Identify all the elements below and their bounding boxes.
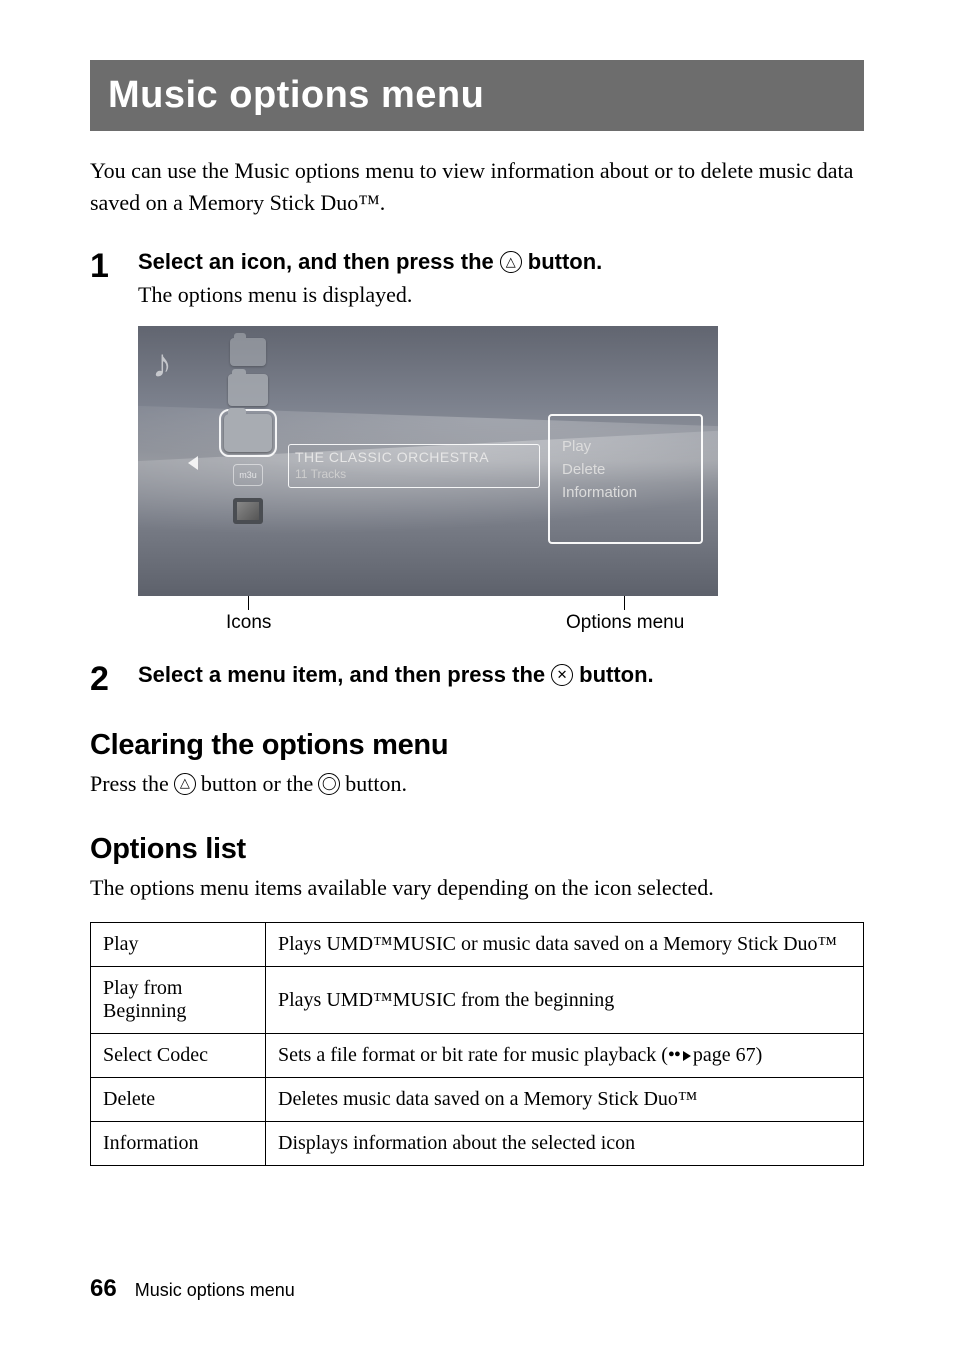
item-subtitle: 11 Tracks <box>295 467 533 481</box>
clearing-heading: Clearing the options menu <box>90 729 864 762</box>
clearing-text: Press the △ button or the ◯ button. <box>90 768 864 800</box>
step-1-text-a: Select an icon, and then press the <box>138 247 494 278</box>
page-number: 66 <box>90 1275 117 1303</box>
option-desc: Displays information about the selected … <box>266 1122 864 1166</box>
footer-label: Music options menu <box>135 1280 295 1301</box>
folder-icon-selected <box>224 414 272 452</box>
xmb-screenshot: ♪ m3u THE CLASSIC ORCHESTRA 11 Tracks Pl… <box>138 326 718 596</box>
table-row: Information Displays information about t… <box>91 1122 864 1166</box>
step-1-text-b: button. <box>528 247 603 278</box>
folder-icon <box>230 338 266 366</box>
option-desc-text: Sets a file format or bit rate for music… <box>278 1044 668 1066</box>
step-2-number: 2 <box>90 660 138 699</box>
step-2-text-a: Select a menu item, and then press the <box>138 660 545 691</box>
clearing-text-c: button. <box>345 768 407 800</box>
page-title: Music options menu <box>108 74 484 116</box>
figure: ♪ m3u THE CLASSIC ORCHESTRA 11 Tracks Pl… <box>138 326 718 642</box>
intro-paragraph: You can use the Music options menu to vi… <box>90 155 864 219</box>
nav-left-arrow-icon <box>188 456 198 470</box>
triangle-button-icon: △ <box>174 773 196 795</box>
table-row: Play from Beginning Plays UMD™MUSIC from… <box>91 967 864 1034</box>
triangle-button-icon: △ <box>500 251 522 273</box>
page-title-bar: Music options menu <box>90 60 864 131</box>
table-row: Delete Deletes music data saved on a Mem… <box>91 1078 864 1122</box>
step-2-heading: Select a menu item, and then press the ✕… <box>138 660 864 691</box>
option-desc: Plays UMD™MUSIC from the beginning <box>266 967 864 1034</box>
step-1: 1 Select an icon, and then press the △ b… <box>90 247 864 308</box>
options-list-intro: The options menu items available vary de… <box>90 872 864 904</box>
option-name: Information <box>91 1122 266 1166</box>
step-2: 2 Select a menu item, and then press the… <box>90 660 864 699</box>
options-menu-item: Delete <box>562 461 689 478</box>
option-name: Select Codec <box>91 1034 266 1078</box>
option-desc: Sets a file format or bit rate for music… <box>266 1034 864 1078</box>
clearing-text-a: Press the <box>90 768 169 800</box>
cross-button-icon: ✕ <box>551 664 573 686</box>
icon-column: m3u <box>224 338 272 524</box>
clearing-text-b: button or the <box>201 768 313 800</box>
crossref-icon: •• <box>668 1044 693 1067</box>
page-footer: 66 Music options menu <box>90 1275 295 1303</box>
table-row: Play Plays UMD™MUSIC or music data saved… <box>91 923 864 967</box>
options-list-heading: Options list <box>90 833 864 866</box>
step-2-text-b: button. <box>579 660 654 691</box>
callout-icons: Icons <box>226 612 271 634</box>
options-menu-item: Information <box>562 484 689 501</box>
thumbnail-icon <box>233 498 263 524</box>
option-desc-page: page 67) <box>693 1044 762 1066</box>
item-title: THE CLASSIC ORCHESTRA <box>295 449 533 465</box>
step-1-number: 1 <box>90 247 138 286</box>
options-menu-popup: Play Delete Information <box>548 414 703 544</box>
figure-callouts: Icons Options menu <box>138 596 718 642</box>
option-desc: Plays UMD™MUSIC or music data saved on a… <box>266 923 864 967</box>
options-menu-item: Play <box>562 438 689 455</box>
options-table: Play Plays UMD™MUSIC or music data saved… <box>90 922 864 1166</box>
table-row: Select Codec Sets a file format or bit r… <box>91 1034 864 1078</box>
option-name: Play from Beginning <box>91 967 266 1034</box>
music-note-icon: ♪ <box>152 344 172 384</box>
callout-options-menu: Options menu <box>566 612 684 634</box>
m3u-icon: m3u <box>233 464 263 486</box>
step-1-sub: The options menu is displayed. <box>138 282 864 308</box>
option-desc: Deletes music data saved on a Memory Sti… <box>266 1078 864 1122</box>
selected-item-box: THE CLASSIC ORCHESTRA 11 Tracks <box>288 444 540 488</box>
folder-icon <box>228 374 268 406</box>
step-1-heading: Select an icon, and then press the △ but… <box>138 247 864 278</box>
circle-button-icon: ◯ <box>318 773 340 795</box>
option-name: Play <box>91 923 266 967</box>
option-name: Delete <box>91 1078 266 1122</box>
